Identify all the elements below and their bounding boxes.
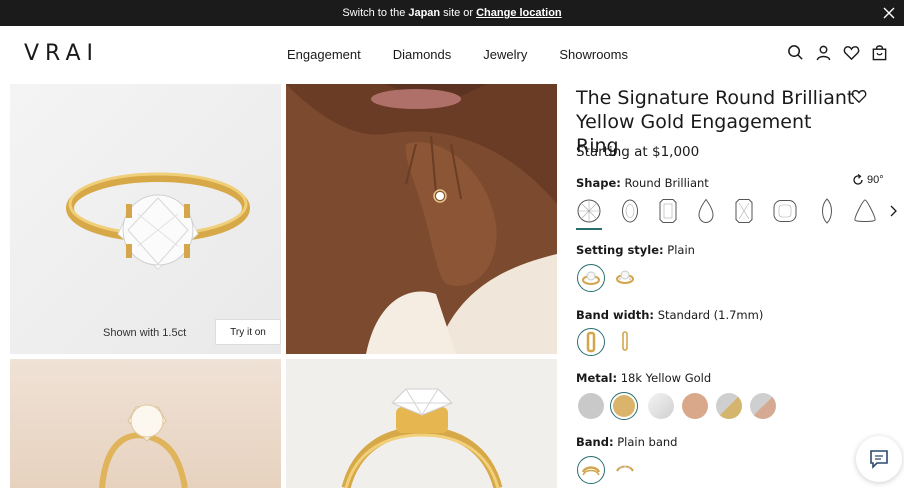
try-it-on-button[interactable]: Try it on bbox=[215, 319, 281, 345]
gallery-image-ring-front[interactable]: Shown with 1.5ct Try it on bbox=[10, 84, 281, 354]
metal-value: 18k Yellow Gold bbox=[620, 371, 712, 385]
rotate-view-button[interactable]: 90° bbox=[852, 174, 884, 186]
metal-swatch-two-tone-yellow[interactable] bbox=[716, 393, 742, 419]
radiant-shape-icon[interactable] bbox=[731, 198, 757, 224]
band-label: Band: bbox=[576, 435, 614, 449]
shown-with-label: Shown with 1.5ct bbox=[103, 327, 187, 339]
metal-swatch-yellow-gold[interactable] bbox=[613, 395, 635, 417]
standard-band-icon bbox=[586, 331, 596, 353]
ring-top-image bbox=[341, 388, 503, 488]
band-width-option-petite[interactable] bbox=[612, 328, 640, 356]
ring-product-image bbox=[66, 172, 250, 270]
ring-side-image bbox=[99, 404, 188, 488]
plain-band-icon bbox=[581, 466, 601, 476]
metal-swatch-platinum[interactable] bbox=[578, 393, 604, 419]
setting-label-row: Setting style: Plain bbox=[576, 243, 695, 257]
shape-label-row: Shape: Round Brilliant bbox=[576, 176, 709, 190]
pear-shape-icon[interactable] bbox=[693, 198, 719, 224]
gallery-image-ring-top[interactable] bbox=[286, 359, 557, 488]
vrai-logo[interactable]: VRAI bbox=[24, 41, 99, 66]
chat-icon bbox=[870, 450, 888, 469]
model-wearing-ring-image bbox=[286, 84, 557, 354]
band-width-option-standard[interactable] bbox=[577, 328, 605, 356]
setting-label: Setting style: bbox=[576, 243, 664, 257]
band-option-pave[interactable] bbox=[612, 456, 640, 484]
shape-label: Shape: bbox=[576, 176, 621, 190]
marquise-shape-icon[interactable] bbox=[814, 198, 840, 224]
cushion-shape-icon[interactable] bbox=[772, 198, 798, 224]
metal-label: Metal: bbox=[576, 371, 618, 385]
gallery-image-model-hand[interactable] bbox=[286, 84, 557, 354]
metal-swatch-white-gold[interactable] bbox=[648, 393, 674, 419]
band-option-plain[interactable] bbox=[577, 456, 605, 484]
shape-value: Round Brilliant bbox=[624, 176, 709, 190]
change-location-link[interactable]: Change location bbox=[476, 7, 562, 19]
banner-country: Japan bbox=[408, 7, 441, 19]
product-price: Starting at $1,000 bbox=[576, 144, 700, 160]
round-shape-icon[interactable] bbox=[576, 198, 602, 224]
metal-label-row: Metal: 18k Yellow Gold bbox=[576, 371, 711, 385]
main-nav: Engagement Diamonds Jewelry Showrooms bbox=[287, 47, 660, 62]
emerald-shape-icon[interactable] bbox=[655, 198, 681, 224]
rotate-degrees: 90° bbox=[867, 174, 884, 186]
trillion-shape-icon[interactable] bbox=[852, 198, 878, 224]
band-width-label-row: Band width: Standard (1.7mm) bbox=[576, 308, 763, 322]
chat-button[interactable] bbox=[856, 436, 902, 482]
setting-option-plain[interactable] bbox=[577, 264, 605, 292]
location-banner: Switch to the Japan site or Change locat… bbox=[0, 0, 904, 26]
banner-prefix: Switch to the bbox=[342, 7, 406, 19]
setting-option-alt[interactable] bbox=[612, 264, 640, 292]
selected-shape-indicator bbox=[576, 228, 602, 230]
nav-jewelry[interactable]: Jewelry bbox=[483, 47, 527, 62]
band-width-value: Standard (1.7mm) bbox=[657, 308, 764, 322]
gallery-image-ring-side[interactable] bbox=[10, 359, 281, 488]
bag-icon[interactable] bbox=[871, 44, 888, 61]
wishlist-heart-icon[interactable] bbox=[843, 44, 860, 61]
banner-middle: site or bbox=[443, 7, 474, 19]
alt-setting-icon bbox=[616, 270, 634, 284]
band-label-row: Band: Plain band bbox=[576, 435, 677, 449]
setting-value: Plain bbox=[667, 243, 695, 257]
shape-selector bbox=[576, 198, 904, 232]
account-icon[interactable] bbox=[815, 44, 832, 61]
nav-diamonds[interactable]: Diamonds bbox=[393, 47, 452, 62]
chevron-right-icon[interactable] bbox=[888, 205, 898, 217]
site-header: VRAI Engagement Diamonds Jewelry Showroo… bbox=[0, 26, 904, 84]
pave-band-icon bbox=[616, 465, 634, 472]
close-icon[interactable] bbox=[882, 6, 896, 20]
product-title-line1: The Signature Round Brilliant bbox=[576, 87, 855, 109]
petite-band-icon bbox=[622, 331, 628, 351]
nav-showrooms[interactable]: Showrooms bbox=[559, 47, 628, 62]
metal-swatch-rose-gold[interactable] bbox=[682, 393, 708, 419]
oval-shape-icon[interactable] bbox=[617, 198, 643, 224]
product-gallery: Shown with 1.5ct Try it on bbox=[0, 84, 566, 488]
plain-setting-icon bbox=[582, 271, 600, 285]
metal-swatch-two-tone-rose[interactable] bbox=[750, 393, 776, 419]
nav-engagement[interactable]: Engagement bbox=[287, 47, 361, 62]
favorite-heart-icon[interactable] bbox=[851, 88, 867, 104]
rotate-icon bbox=[853, 174, 863, 185]
search-icon[interactable] bbox=[787, 44, 804, 61]
header-icons bbox=[787, 44, 888, 61]
band-value: Plain band bbox=[617, 435, 678, 449]
band-width-label: Band width: bbox=[576, 308, 655, 322]
